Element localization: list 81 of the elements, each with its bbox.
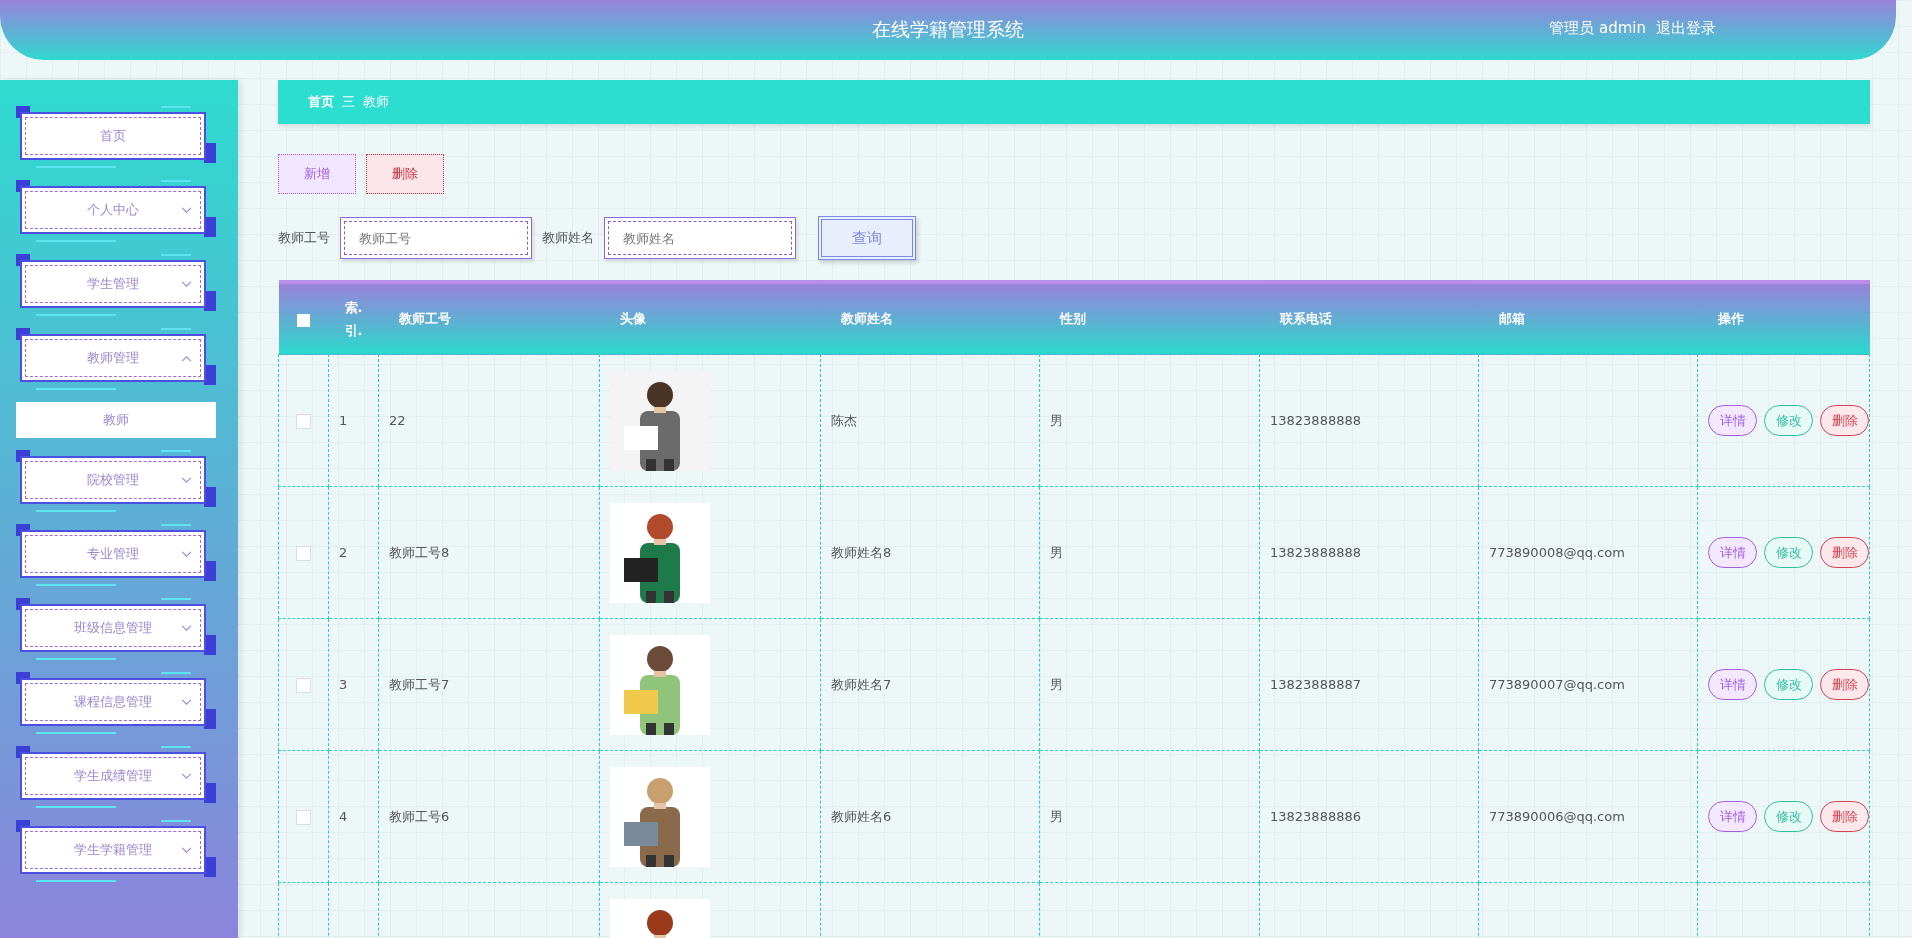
chevron-icon [181, 625, 192, 632]
chevron-icon [181, 207, 192, 214]
chevron-icon [181, 551, 192, 558]
column-header: 性别 [1039, 282, 1260, 355]
column-header: 操作 [1697, 282, 1870, 355]
detail-button[interactable]: 详情 [1708, 405, 1757, 436]
search-field[interactable]: 教师姓名 [604, 217, 796, 259]
chevron-icon [181, 281, 192, 288]
column-header: 邮箱 [1478, 282, 1698, 355]
table-cell: 教师姓名7 [831, 676, 892, 692]
menu-item[interactable]: 首页 [16, 106, 216, 168]
menu-item[interactable]: 专业管理 [16, 524, 216, 586]
table-cell: 教师工号6 [389, 808, 450, 824]
menu-item[interactable]: 班级信息管理 [16, 598, 216, 660]
breadcrumb-link[interactable]: 教师 [363, 93, 389, 111]
table-cell: 教师工号7 [389, 676, 450, 692]
table-cell: 1 [339, 413, 348, 428]
column-header: 头像 [599, 282, 821, 355]
chevron-icon [181, 477, 192, 484]
edit-button[interactable]: 修改 [1764, 405, 1813, 436]
delete-button[interactable]: 删除 [1820, 405, 1869, 436]
delete-button[interactable]: 删除 [1820, 669, 1869, 700]
menu-item[interactable]: 学生学籍管理 [16, 820, 216, 882]
table-cell: 教师姓名6 [831, 808, 892, 824]
edit-button[interactable]: 修改 [1764, 801, 1813, 832]
menu-item[interactable]: 学生管理 [16, 254, 216, 316]
field-label: 教师工号 [278, 229, 330, 247]
delete-button[interactable]: 删除 [1820, 801, 1869, 832]
table-cell: 男 [1050, 412, 1063, 428]
table-cell: 4 [339, 809, 348, 824]
column-header: 教师工号 [378, 282, 600, 355]
detail-button[interactable]: 详情 [1708, 537, 1757, 568]
row-checkbox[interactable] [296, 413, 311, 429]
table-cell: 22 [389, 413, 406, 428]
table-cell: 13823888887 [1270, 677, 1361, 692]
field-label: 教师姓名 [542, 229, 594, 247]
table-cell: 陈杰 [831, 412, 857, 428]
column-header: 联系电话 [1259, 282, 1479, 355]
row-checkbox[interactable] [296, 809, 311, 825]
chevron-icon [181, 355, 192, 362]
table-cell: 教师工号8 [389, 544, 450, 560]
table-cell: 教师姓名8 [831, 544, 892, 560]
delete-button[interactable]: 删除 [366, 154, 444, 194]
chevron-icon [181, 847, 192, 854]
menu-item[interactable]: 教师管理 [16, 328, 216, 390]
chevron-icon [181, 773, 192, 780]
table-cell: 773890007@qq.com [1489, 677, 1625, 692]
menu-item[interactable]: 学生成绩管理 [16, 746, 216, 808]
table-cell: 3 [339, 677, 348, 692]
table-cell: 男 [1050, 544, 1063, 560]
menu-item[interactable]: 个人中心 [16, 180, 216, 242]
column-header: 索.引. [328, 282, 379, 355]
chevron-icon [181, 699, 192, 706]
app-title: 在线学籍管理系统 [872, 17, 1024, 42]
search-field[interactable]: 教师工号 [340, 217, 532, 259]
logout-link[interactable]: 退出登录 [1656, 19, 1716, 38]
edit-button[interactable]: 修改 [1764, 669, 1813, 700]
add-button[interactable]: 新增 [278, 154, 356, 194]
table-cell: 773890008@qq.com [1489, 545, 1625, 560]
detail-button[interactable]: 详情 [1708, 801, 1757, 832]
row-checkbox[interactable] [296, 545, 311, 561]
select-all-checkbox[interactable] [297, 313, 310, 327]
table-cell: 13823888886 [1270, 809, 1361, 824]
breadcrumb-link[interactable]: 首页 [308, 93, 334, 111]
table-cell: 2 [339, 545, 348, 560]
table-cell: 13823888888 [1270, 545, 1361, 560]
breadcrumb-separator: 三 [342, 93, 355, 111]
table-cell: 13823888888 [1270, 413, 1361, 428]
edit-button[interactable]: 修改 [1764, 537, 1813, 568]
detail-button[interactable]: 详情 [1708, 669, 1757, 700]
menu-item[interactable]: 课程信息管理 [16, 672, 216, 734]
search-button[interactable]: 查询 [818, 216, 916, 260]
table-cell: 男 [1050, 808, 1063, 824]
table-cell: 773890006@qq.com [1489, 809, 1625, 824]
delete-button[interactable]: 删除 [1820, 537, 1869, 568]
menu-item[interactable]: 院校管理 [16, 450, 216, 512]
column-header: 教师姓名 [820, 282, 1040, 355]
row-checkbox[interactable] [296, 677, 311, 693]
user-label: 管理员 admin [1549, 19, 1646, 38]
submenu-item[interactable]: 教师 [16, 402, 216, 438]
table-cell: 男 [1050, 676, 1063, 692]
